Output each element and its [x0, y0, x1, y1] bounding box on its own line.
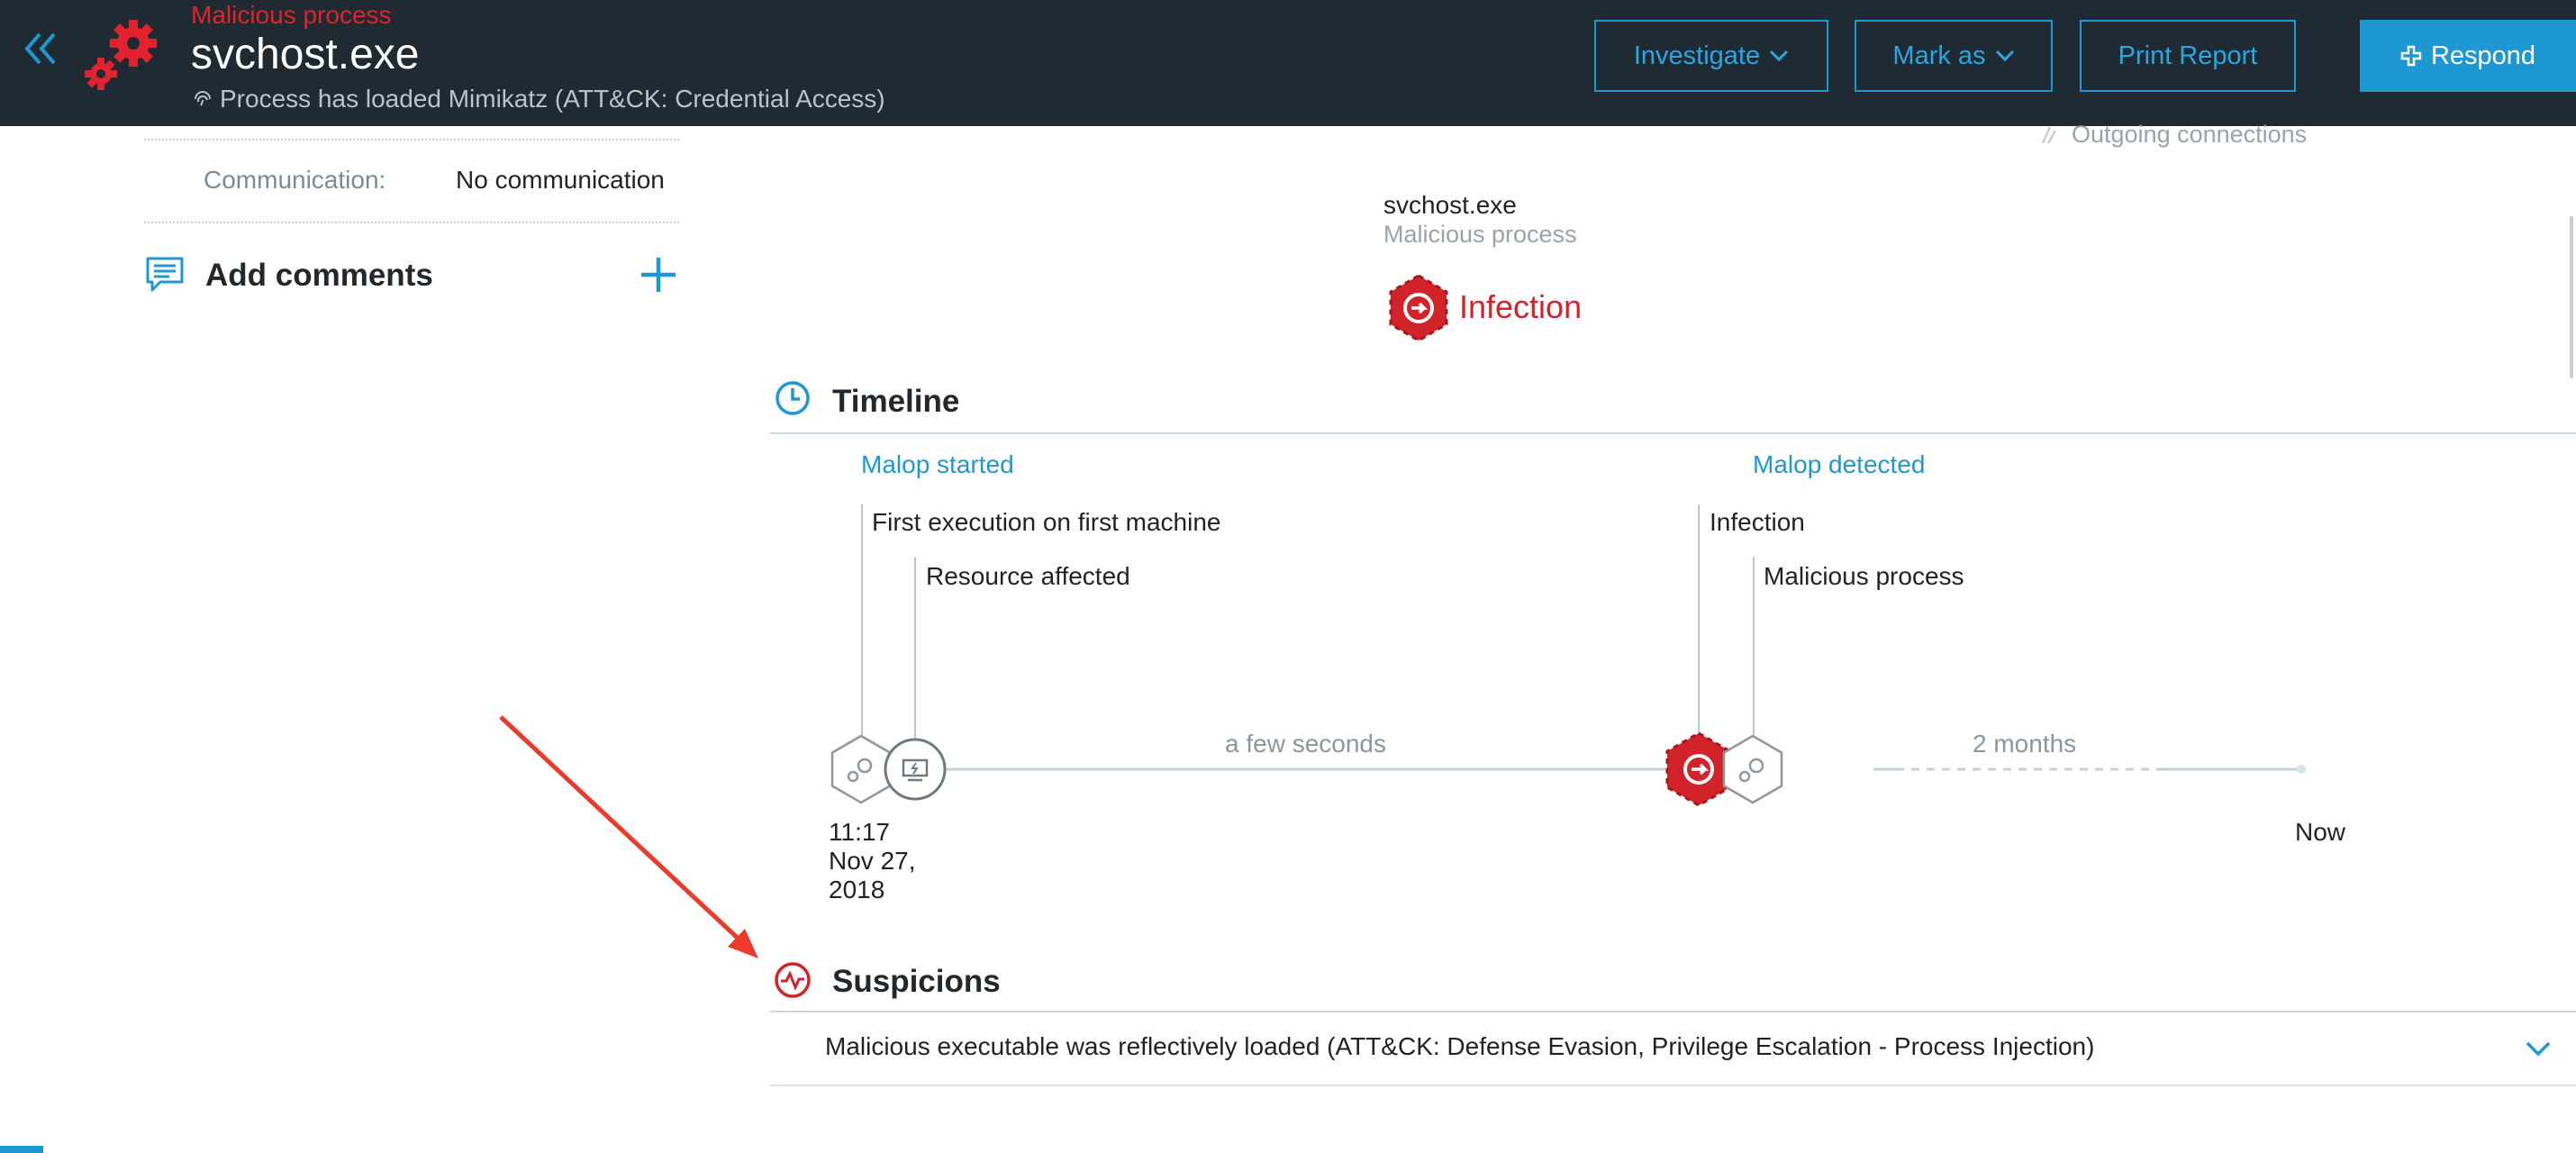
graph-process-type: Malicious process	[1383, 221, 1577, 248]
chevron-down-icon	[1995, 50, 2014, 62]
plus-icon	[2400, 45, 2422, 67]
respond-label: Respond	[2430, 41, 2536, 70]
top-bar: Malicious process svchost.exe Process ha…	[0, 0, 2576, 126]
timeline-rule	[770, 432, 2576, 434]
biohazard-hex-icon[interactable]	[1665, 731, 1732, 807]
suspicion-item[interactable]: Malicious executable was reflectively lo…	[825, 1032, 2094, 1061]
divider	[144, 139, 679, 141]
mark-as-button[interactable]: Mark as	[1855, 20, 2053, 92]
duration-label: a few seconds	[1225, 730, 1386, 758]
malop-started-heading: Malop started	[861, 450, 1014, 478]
clock-icon	[776, 381, 810, 415]
add-comments-title: Add comments	[205, 258, 433, 293]
start-year: 2018	[829, 876, 885, 903]
alert-description-text: Process has loaded Mimikatz (ATT&CK: Cre…	[220, 85, 885, 113]
now-dot	[2297, 765, 2306, 774]
chevron-down-icon[interactable]	[2522, 1032, 2554, 1065]
red-arrow-annotation	[499, 715, 758, 958]
comment-icon[interactable]	[144, 254, 186, 295]
monitor-circle-icon[interactable]	[884, 738, 947, 801]
infection-label[interactable]: Infection	[1459, 288, 1582, 326]
print-report-label: Print Report	[2118, 41, 2258, 70]
alert-type: Malicious process	[191, 1, 392, 29]
malop-detected-heading: Malop detected	[1753, 450, 1926, 478]
timeline-track	[830, 731, 2306, 807]
first-execution-label: First execution on first machine	[872, 508, 1221, 536]
mark-as-label: Mark as	[1892, 41, 1986, 70]
gear-hex-icon[interactable]	[830, 734, 892, 804]
graph-process-name[interactable]: svchost.exe	[1383, 191, 1517, 220]
double-chevron-left-icon[interactable]	[20, 27, 63, 70]
outgoing-connections-legend: Outgoing connections	[2037, 121, 2307, 149]
start-time: 11:17	[829, 818, 890, 846]
outgoing-connections-label: Outgoing connections	[2072, 121, 2308, 148]
bottom-tab-indicator	[0, 1146, 43, 1153]
suspicions-title: Suspicions	[832, 964, 1001, 999]
investigate-label: Investigate	[1633, 41, 1761, 70]
timeline-connector	[861, 504, 863, 737]
plus-icon[interactable]	[638, 254, 679, 295]
malicious-process-label: Malicious process	[1764, 562, 1964, 590]
suspicion-divider	[770, 1085, 2576, 1086]
print-report-button[interactable]: Print Report	[2080, 20, 2296, 92]
investigate-button[interactable]: Investigate	[1594, 20, 1828, 92]
infection-event-label: Infection	[1710, 508, 1805, 536]
duration-label: 2 months	[1973, 730, 2077, 758]
page-title: svchost.exe	[191, 31, 420, 78]
biohazard-hex-icon[interactable]	[1385, 274, 1452, 342]
alert-description: Process has loaded Mimikatz (ATT&CK: Cre…	[191, 83, 885, 115]
divider	[144, 222, 679, 223]
communication-value: No communication	[456, 166, 665, 194]
scrollbar-thumb[interactable]	[2570, 216, 2573, 378]
suspicions-rule	[770, 1011, 2576, 1012]
pulse-icon	[775, 962, 811, 998]
communication-label: Communication:	[204, 166, 386, 194]
gears-icon	[85, 20, 157, 90]
respond-button[interactable]: Respond	[2360, 20, 2576, 92]
timeline-connector	[914, 557, 916, 739]
fingerprint-icon	[195, 91, 211, 106]
gear-hex-icon[interactable]	[1722, 734, 1783, 804]
resource-affected-label: Resource affected	[926, 562, 1130, 590]
timeline-title: Timeline	[832, 384, 960, 419]
start-date: 11:17 Nov 27, 2018	[829, 818, 916, 904]
timeline-connector	[1698, 504, 1700, 737]
chevron-down-icon	[1770, 50, 1789, 62]
start-day: Nov 27,	[829, 847, 916, 875]
now-label: Now	[2295, 818, 2346, 846]
timeline-connector	[1753, 557, 1755, 739]
connection-icon	[2041, 125, 2057, 144]
